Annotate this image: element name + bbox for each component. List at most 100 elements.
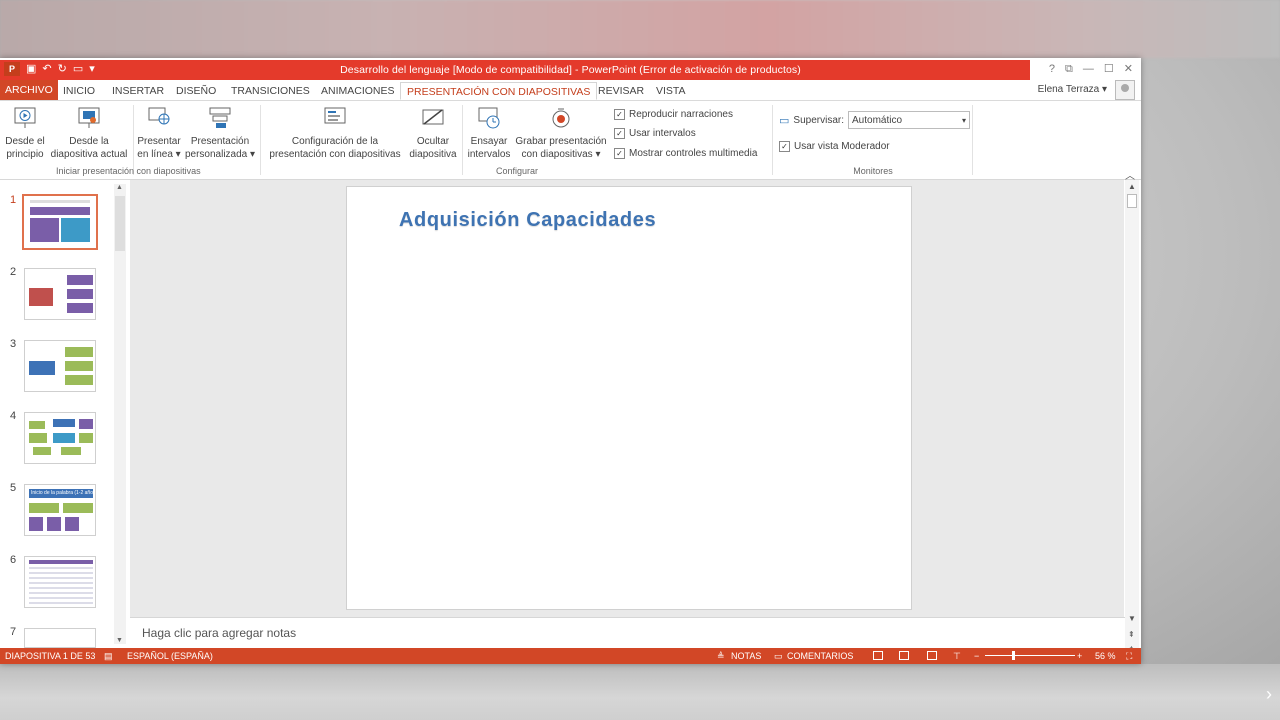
from-beginning-button[interactable]: Desde el principio [2, 105, 48, 161]
play-narrations-checkbox[interactable]: ✓ Reproducir narraciones [614, 109, 733, 120]
use-timings-checkbox[interactable]: ✓ Usar intervalos [614, 128, 696, 139]
tab-transitions[interactable]: TRANSICIONES [225, 82, 316, 100]
rehearse-timings-button[interactable]: Ensayar intervalos [464, 105, 514, 161]
zoom-slider-thumb[interactable] [1012, 651, 1015, 660]
slide-editor: Adquisición Capacidades [130, 180, 1124, 617]
play-from-start-icon [14, 107, 36, 128]
slide-title[interactable]: Adquisición Capacidades [399, 209, 656, 232]
scroll-up-icon[interactable]: ▲ [116, 184, 123, 191]
fit-to-window-icon[interactable]: ⛶ [1126, 651, 1132, 662]
tab-animations[interactable]: ANIMACIONES [315, 82, 401, 100]
from-current-label-2: diapositiva actual [50, 149, 128, 160]
group-separator [133, 105, 134, 175]
monitor-row: ▭ Supervisar: [779, 114, 844, 127]
slide-thumbnail-4[interactable] [24, 412, 96, 464]
slide-thumbnail-2[interactable] [24, 268, 96, 320]
present-online-button[interactable]: Presentar en línea ▾ [136, 105, 182, 161]
tab-insert[interactable]: INSERTAR [106, 82, 170, 100]
spell-check-icon[interactable]: ▤ [104, 651, 113, 662]
zoom-level[interactable]: 56 % [1095, 651, 1116, 661]
user-name[interactable]: Elena Terraza ▾ [1038, 84, 1107, 95]
comments-icon[interactable]: ▭ [774, 651, 783, 662]
custom-slide-show-button[interactable]: Presentación personalizada ▾ [184, 105, 256, 161]
slide-thumbnail-7[interactable] [24, 628, 96, 648]
group-separator [972, 105, 973, 175]
set-up-show-icon [324, 107, 346, 124]
checkmark-icon: ✓ [614, 148, 625, 159]
window-controls: ? ⧉ — ☐ ✕ [1049, 61, 1133, 77]
notes-button[interactable]: NOTAS [731, 651, 761, 661]
minimize-icon[interactable]: — [1083, 61, 1094, 77]
monitor-icon: ▭ [779, 115, 790, 127]
previous-slide-icon[interactable]: ⇞ [1128, 630, 1135, 639]
notes-icon[interactable]: ≜ [717, 651, 725, 662]
tab-design[interactable]: DISEÑO [170, 82, 222, 100]
present-online-label-2: en línea ▾ [137, 149, 181, 160]
presenter-view-checkbox[interactable]: ✓ Usar vista Moderador [779, 141, 890, 152]
record-slide-show-button[interactable]: Grabar presentación con diapositivas ▾ [514, 105, 608, 161]
set-up-show-label-2: presentación con diapositivas [269, 149, 401, 160]
thumbnails-scrollbar[interactable]: ▲ ▼ [114, 184, 126, 644]
tab-file[interactable]: ARCHIVO [0, 80, 58, 100]
play-from-current-icon [78, 107, 100, 128]
hide-slide-icon [422, 109, 444, 125]
slide-thumbnail-3[interactable] [24, 340, 96, 392]
avatar[interactable] [1115, 80, 1135, 100]
editor-scroll-thumb[interactable] [1127, 194, 1137, 208]
help-icon[interactable]: ? [1049, 61, 1055, 77]
title-bar: P ▣ ↶ ↻ ▭ ▾ Desarrollo del lenguaje [Mod… [0, 58, 1141, 80]
group-separator [260, 105, 261, 175]
tab-slide-show[interactable]: PRESENTACIÓN CON DIAPOSITIVAS [400, 82, 598, 100]
from-current-slide-button[interactable]: Desde la diapositiva actual [48, 105, 130, 161]
notes-placeholder: Haga clic para agregar notas [142, 626, 297, 640]
normal-view-icon[interactable] [873, 651, 883, 660]
monitor-select-value: Automático [852, 115, 903, 126]
zoom-out-icon[interactable]: − [974, 651, 979, 661]
monitor-select[interactable]: Automático ▾ [848, 111, 970, 129]
notes-pane[interactable]: Haga clic para agregar notas [130, 617, 1125, 648]
from-current-label-1: Desde la [69, 136, 109, 147]
thumb-number-2: 2 [10, 266, 17, 278]
slide-sorter-icon[interactable] [899, 651, 909, 660]
custom-show-label-1: Presentación [190, 136, 250, 147]
scroll-up-icon[interactable]: ▲ [1128, 182, 1136, 191]
scroll-down-icon[interactable]: ▼ [1128, 614, 1136, 623]
close-icon[interactable]: ✕ [1124, 61, 1133, 77]
reading-view-icon[interactable] [927, 651, 937, 660]
slide-show-icon[interactable]: ⊤ [953, 651, 961, 662]
tab-review[interactable]: REVISAR [592, 82, 650, 100]
slide-thumbnail-6[interactable] [24, 556, 96, 608]
thumb-number-6: 6 [10, 554, 17, 566]
set-up-slide-show-button[interactable]: Configuración de la presentación con dia… [262, 105, 408, 161]
set-up-show-label-1: Configuración de la [291, 136, 379, 147]
custom-show-icon [209, 107, 231, 128]
thumb-number-5: 5 [10, 482, 17, 494]
checkmark-icon: ✓ [614, 128, 625, 139]
current-slide[interactable]: Adquisición Capacidades [346, 186, 912, 610]
ribbon-display-icon[interactable]: ⧉ [1065, 61, 1073, 77]
slide-thumbnail-5[interactable]: Inicio de la palabra (1-2 años) [24, 484, 96, 536]
thumbnails-scroll-thumb[interactable] [115, 196, 125, 251]
scroll-down-icon[interactable]: ▼ [116, 637, 123, 644]
comments-button[interactable]: COMENTARIOS [787, 651, 853, 661]
next-arrow-icon[interactable]: › [1266, 684, 1272, 705]
thumb5-title: Inicio de la palabra (1-2 años) [29, 489, 93, 498]
window-title: Desarrollo del lenguaje [Modo de compati… [340, 64, 801, 76]
slide-thumbnail-1[interactable] [22, 194, 98, 250]
tab-view[interactable]: VISTA [650, 82, 692, 100]
ribbon-tabs: ARCHIVO INICIO INSERTAR DISEÑO TRANSICIO… [0, 80, 1141, 101]
tab-home[interactable]: INICIO [57, 82, 101, 100]
checkmark-icon: ✓ [779, 141, 790, 152]
powerpoint-window: P ▣ ↶ ↻ ▭ ▾ Desarrollo del lenguaje [Mod… [0, 58, 1141, 664]
language[interactable]: ESPAÑOL (ESPAÑA) [127, 651, 213, 661]
zoom-slider[interactable] [985, 655, 1075, 656]
from-beginning-label-1: Desde el [5, 136, 45, 147]
show-media-controls-checkbox[interactable]: ✓ Mostrar controles multimedia [614, 148, 757, 159]
editor-scrollbar[interactable]: ▲ ▼ ⇞ ⇟ [1125, 180, 1139, 660]
maximize-icon[interactable]: ☐ [1104, 61, 1114, 77]
present-online-label-1: Presentar [137, 136, 181, 147]
status-bar: DIAPOSITIVA 1 DE 53 ▤ ESPAÑOL (ESPAÑA) ≜… [0, 648, 1141, 664]
use-timings-label: Usar intervalos [629, 128, 696, 139]
hide-slide-button[interactable]: Ocultar diapositiva [406, 105, 460, 161]
zoom-in-icon[interactable]: + [1077, 651, 1082, 661]
